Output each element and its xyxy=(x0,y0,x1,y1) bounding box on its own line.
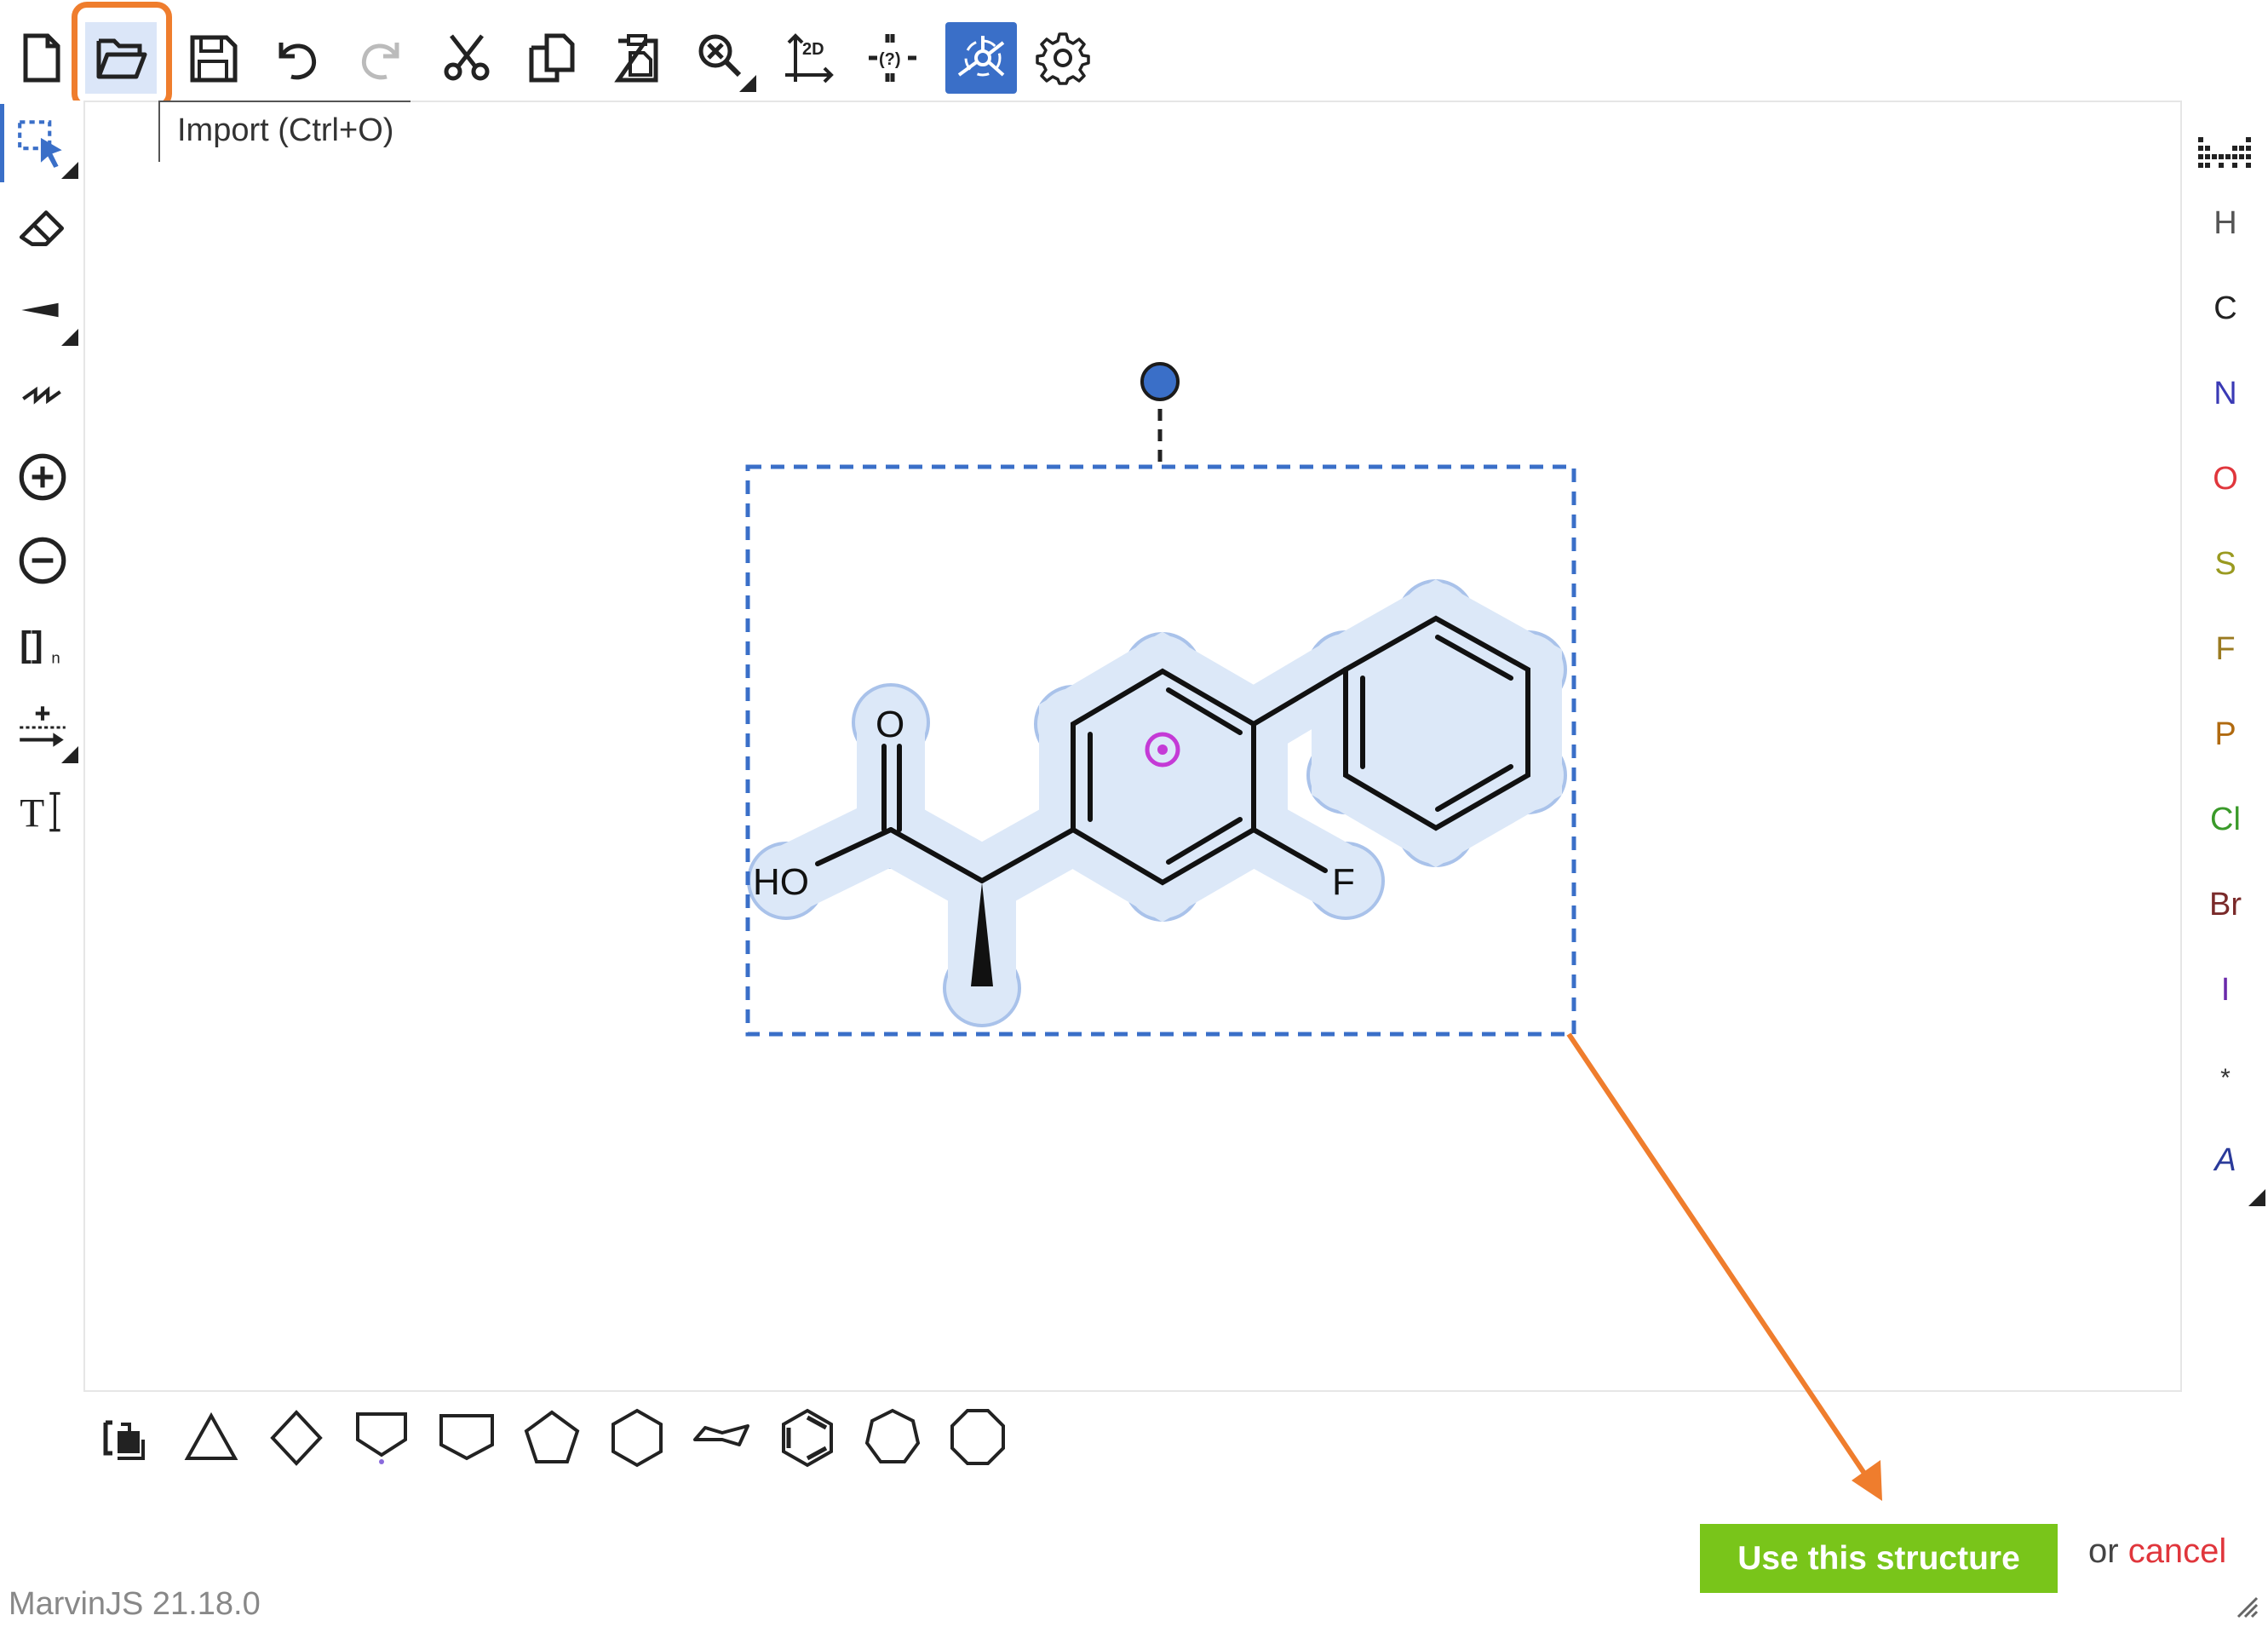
triangle-icon xyxy=(184,1411,238,1460)
chair-conformation-icon xyxy=(693,1424,749,1446)
import-tooltip: Import (Ctrl+O) xyxy=(158,101,411,162)
dropdown-triangle-icon xyxy=(2248,1189,2265,1206)
atom-button-n[interactable]: N xyxy=(2185,368,2266,419)
version-label: MarvinJS 21.18.0 xyxy=(9,1586,261,1622)
atom-button-i[interactable]: I xyxy=(2185,964,2266,1015)
hexagon-icon xyxy=(611,1408,663,1468)
periodic-table-icon xyxy=(2198,137,2251,168)
benzene-template[interactable] xyxy=(767,1397,848,1479)
cycloheptane-template[interactable] xyxy=(852,1397,933,1479)
use-this-structure-button[interactable]: Use this structure xyxy=(1700,1524,2058,1593)
atom-button-h[interactable]: H xyxy=(2185,198,2266,249)
cyclooctane-template[interactable] xyxy=(937,1397,1019,1479)
cyclohexane-template[interactable] xyxy=(596,1397,678,1479)
cyclopentane-alt-template[interactable] xyxy=(426,1397,508,1479)
pentagon-down-icon xyxy=(439,1414,494,1461)
fluorine-atom-label[interactable]: F xyxy=(1332,861,1355,903)
atom-button-c[interactable]: C xyxy=(2185,283,2266,334)
cyclopropane-template[interactable] xyxy=(170,1397,252,1479)
atom-button-p[interactable]: P xyxy=(2185,709,2266,760)
resize-handle-icon[interactable] xyxy=(2233,1593,2259,1618)
cyclobutane-alt-template[interactable] xyxy=(341,1397,422,1479)
cyclohexane-chair-template[interactable] xyxy=(681,1397,763,1479)
diamond-icon xyxy=(270,1410,323,1466)
pentagon-icon xyxy=(524,1410,580,1463)
atom-button-a[interactable]: A xyxy=(2185,1135,2266,1186)
octagon-icon xyxy=(950,1409,1005,1465)
template-library-button[interactable] xyxy=(87,1397,169,1479)
atom-button-any[interactable]: * xyxy=(2185,1053,2266,1104)
cyclobutane-template[interactable] xyxy=(256,1397,337,1479)
square-ring-icon xyxy=(356,1412,407,1464)
benzene-icon xyxy=(782,1408,833,1468)
oxygen-atom-label[interactable]: O xyxy=(876,704,904,745)
hydroxyl-label[interactable]: HO xyxy=(753,861,809,903)
atom-button-s[interactable]: S xyxy=(2185,538,2266,589)
atom-button-o[interactable]: O xyxy=(2185,453,2266,504)
atom-button-f[interactable]: F xyxy=(2185,624,2266,675)
rotation-handle[interactable] xyxy=(1140,362,1180,401)
cancel-link[interactable]: cancel xyxy=(2128,1532,2227,1570)
atom-button-cl[interactable]: Cl xyxy=(2185,794,2266,845)
atom-button-br[interactable]: Br xyxy=(2185,879,2266,930)
or-cancel-text: or cancel xyxy=(2088,1532,2226,1571)
aromatic-center-dot xyxy=(1157,745,1168,755)
periodic-table-button[interactable] xyxy=(2189,118,2260,189)
molecule-structure[interactable]: O HO F xyxy=(0,0,2268,1627)
annotation-arrow-head xyxy=(1852,1460,1882,1501)
template-library-icon xyxy=(103,1420,145,1460)
annotation-arrow-line xyxy=(1566,1032,1873,1484)
cyclopentane-template[interactable] xyxy=(511,1397,593,1479)
or-label: or xyxy=(2088,1532,2128,1570)
heptagon-icon xyxy=(864,1408,921,1463)
